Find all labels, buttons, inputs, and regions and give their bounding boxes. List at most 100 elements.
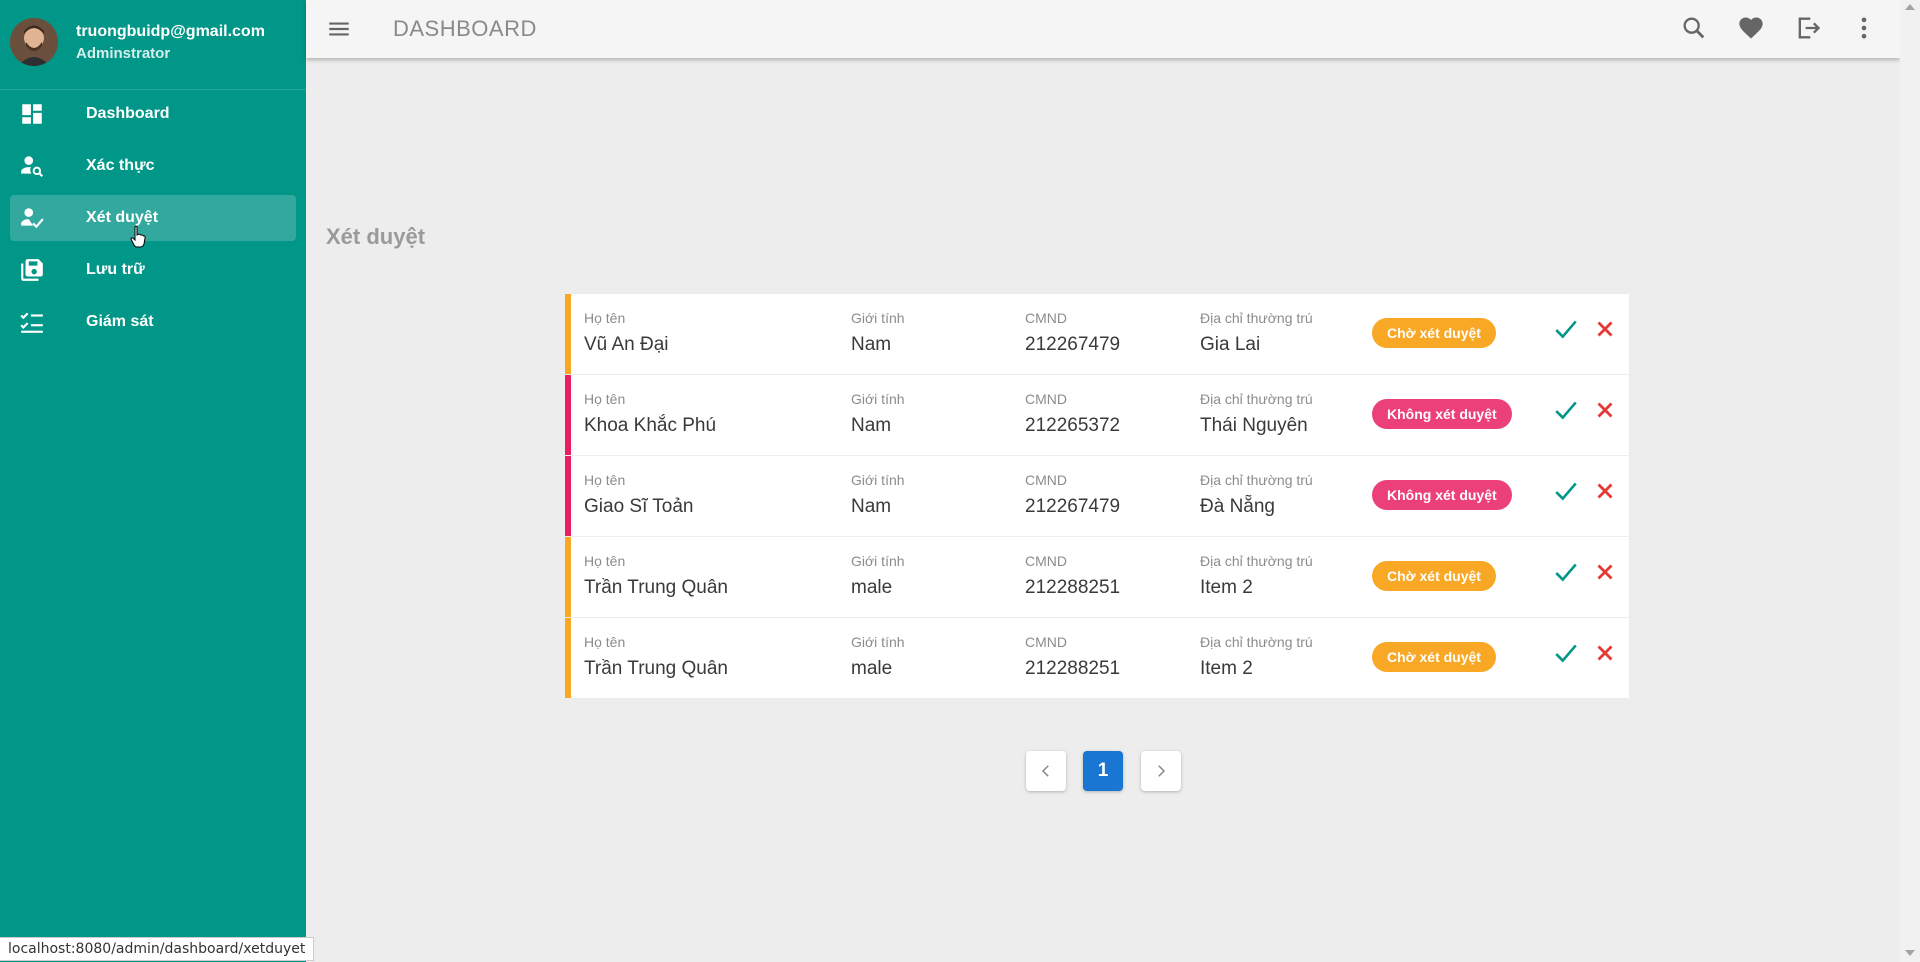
status-badge: Chờ xét duyệt bbox=[1372, 561, 1496, 591]
sidebar-item-label: Dashboard bbox=[86, 105, 170, 122]
reject-x-icon[interactable] bbox=[1592, 316, 1618, 342]
reject-x-icon[interactable] bbox=[1592, 559, 1618, 585]
logout-icon[interactable] bbox=[1794, 14, 1822, 42]
address-value: Item 2 bbox=[1200, 577, 1253, 598]
dashboard-icon bbox=[22, 104, 42, 124]
name-value: Trần Trung Quân bbox=[584, 577, 728, 598]
sidebar: truongbuidp@gmail.com Adminstrator Dashb… bbox=[0, 0, 306, 962]
address-label: Địa chỉ thường trú bbox=[1200, 553, 1313, 569]
approval-list: Họ tên Vũ An Đại Giới tính Nam CMND 2122674… bbox=[565, 294, 1629, 699]
list-item: Họ tên Trần Trung Quân Giới tính male CMND… bbox=[565, 537, 1629, 617]
gender-value: male bbox=[851, 577, 893, 598]
reject-x-icon[interactable] bbox=[1592, 640, 1618, 666]
approve-check-icon[interactable] bbox=[1553, 559, 1579, 585]
address-label: Địa chỉ thường trú bbox=[1200, 472, 1313, 488]
user-role: Adminstrator bbox=[76, 45, 171, 62]
reject-x-icon[interactable] bbox=[1592, 397, 1618, 423]
name-label: Họ tên bbox=[584, 553, 626, 569]
status-badge: Không xét duyệt bbox=[1372, 480, 1512, 510]
gender-label: Giới tính bbox=[851, 391, 905, 407]
cmnd-label: CMND bbox=[1025, 553, 1067, 569]
approve-check-icon[interactable] bbox=[1553, 478, 1579, 504]
chevron-right-icon bbox=[1158, 765, 1166, 777]
person-search-icon bbox=[21, 156, 44, 178]
pagination-page-1[interactable]: 1 bbox=[1083, 751, 1123, 791]
name-value: Vũ An Đại bbox=[584, 334, 669, 355]
sidebar-item-dashboard[interactable]: Dashboard bbox=[10, 91, 296, 137]
status-bar-url: localhost:8080/admin/dashboard/xetduyet bbox=[0, 937, 315, 961]
gender-label: Giới tính bbox=[851, 634, 905, 650]
gender-value: Nam bbox=[851, 415, 892, 436]
cmnd-value: 212267479 bbox=[1025, 334, 1121, 355]
approve-check-icon[interactable] bbox=[1553, 640, 1579, 666]
section-title: Xét duyệt bbox=[326, 224, 426, 249]
gender-label: Giới tính bbox=[851, 310, 905, 326]
sidebar-item-label: Xác thực bbox=[86, 157, 155, 174]
address-value: Thái Nguyên bbox=[1200, 415, 1308, 436]
page-title: DASHBOARD bbox=[393, 16, 537, 41]
gender-label: Giới tính bbox=[851, 553, 905, 569]
address-value: Item 2 bbox=[1200, 658, 1253, 679]
cmnd-label: CMND bbox=[1025, 472, 1067, 488]
name-label: Họ tên bbox=[584, 634, 626, 650]
list-item: Họ tên Khoa Khắc Phú Giới tính Nam CMND 212… bbox=[565, 375, 1629, 455]
cmnd-label: CMND bbox=[1025, 310, 1067, 326]
name-label: Họ tên bbox=[584, 472, 626, 488]
cursor-hand-icon bbox=[130, 226, 146, 248]
cmnd-label: CMND bbox=[1025, 634, 1067, 650]
top-app-bar: DASHBOARD bbox=[306, 0, 1900, 58]
avatar[interactable] bbox=[10, 18, 58, 66]
pagination-next-button[interactable] bbox=[1141, 751, 1181, 791]
sidebar-item-luu-tru[interactable]: Lưu trữ bbox=[10, 247, 296, 293]
name-value: Giao Sĩ Toản bbox=[584, 496, 694, 517]
name-label: Họ tên bbox=[584, 310, 626, 326]
cmnd-label: CMND bbox=[1025, 391, 1067, 407]
chevron-left-icon bbox=[1041, 765, 1049, 777]
heart-icon[interactable] bbox=[1737, 14, 1765, 42]
sidebar-item-xac-thuc[interactable]: Xác thực bbox=[10, 143, 296, 189]
address-label: Địa chỉ thường trú bbox=[1200, 634, 1313, 650]
address-value: Gia Lai bbox=[1200, 334, 1261, 355]
address-label: Địa chỉ thường trú bbox=[1200, 310, 1313, 326]
sidebar-item-label: Xét duyệt bbox=[86, 209, 159, 226]
list-item: Họ tên Giao Sĩ Toản Giới tính Nam CMND 2122… bbox=[565, 456, 1629, 536]
gender-value: Nam bbox=[851, 496, 892, 517]
cmnd-value: 212288251 bbox=[1025, 577, 1121, 598]
scroll-up-arrow-icon[interactable] bbox=[1905, 4, 1915, 10]
user-email: truongbuidp@gmail.com bbox=[76, 23, 265, 40]
cmnd-value: 212265372 bbox=[1025, 415, 1121, 436]
name-label: Họ tên bbox=[584, 391, 626, 407]
sidebar-nav: Dashboard Xác thực Xét duyệt Lưu trữ Giá… bbox=[0, 91, 306, 351]
user-profile: truongbuidp@gmail.com Adminstrator bbox=[0, 0, 306, 90]
list-item: Họ tên Vũ An Đại Giới tính Nam CMND 2122674… bbox=[565, 294, 1629, 374]
status-badge: Không xét duyệt bbox=[1372, 399, 1512, 429]
person-check-icon bbox=[21, 208, 44, 229]
gender-value: male bbox=[851, 658, 893, 679]
list-item: Họ tên Trần Trung Quân Giới tính male CMND… bbox=[565, 618, 1629, 698]
save-archive-icon bbox=[21, 259, 43, 281]
gender-value: Nam bbox=[851, 334, 892, 355]
status-badge: Chờ xét duyệt bbox=[1372, 318, 1496, 348]
approve-check-icon[interactable] bbox=[1553, 397, 1579, 423]
cmnd-value: 212288251 bbox=[1025, 658, 1121, 679]
gender-label: Giới tính bbox=[851, 472, 905, 488]
name-value: Trần Trung Quân bbox=[584, 658, 728, 679]
menu-icon[interactable] bbox=[326, 16, 352, 42]
scroll-down-arrow-icon[interactable] bbox=[1905, 950, 1915, 956]
sidebar-item-label: Giám sát bbox=[86, 313, 154, 330]
address-label: Địa chỉ thường trú bbox=[1200, 391, 1313, 407]
checklist-icon bbox=[20, 312, 43, 333]
reject-x-icon[interactable] bbox=[1592, 478, 1618, 504]
cmnd-value: 212267479 bbox=[1025, 496, 1121, 517]
address-value: Đà Nẵng bbox=[1200, 496, 1275, 517]
sidebar-item-label: Lưu trữ bbox=[86, 261, 145, 278]
vertical-scrollbar[interactable] bbox=[1900, 0, 1920, 962]
status-badge: Chờ xét duyệt bbox=[1372, 642, 1496, 672]
sidebar-item-giam-sat[interactable]: Giám sát bbox=[10, 299, 296, 345]
name-value: Khoa Khắc Phú bbox=[584, 415, 717, 436]
more-vert-icon[interactable] bbox=[1850, 14, 1878, 42]
search-icon[interactable] bbox=[1680, 14, 1708, 42]
approve-check-icon[interactable] bbox=[1553, 316, 1579, 342]
sidebar-item-xet-duyet[interactable]: Xét duyệt bbox=[10, 195, 296, 248]
pagination-prev-button[interactable] bbox=[1026, 751, 1066, 791]
